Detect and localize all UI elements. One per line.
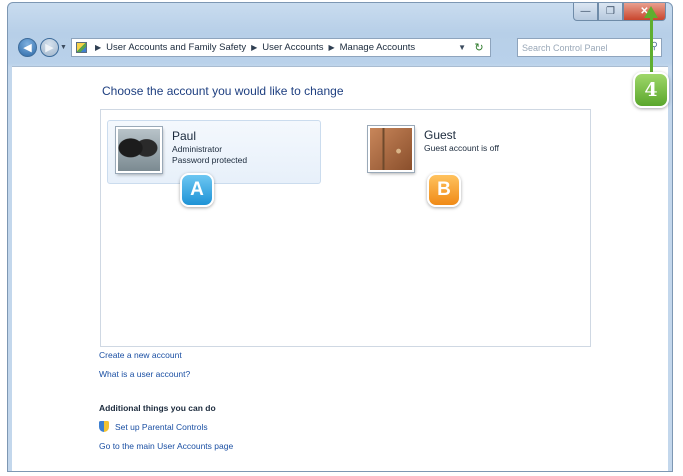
account-picture-icon [368,126,414,172]
account-type: Administrator [172,144,223,154]
maximize-button[interactable]: ❐ [598,3,623,21]
back-button[interactable]: ◀ [18,38,37,57]
breadcrumb-root-chevron[interactable]: ▶ [95,43,101,52]
control-panel-icon [76,42,87,53]
main-user-accounts-link[interactable]: Go to the main User Accounts page [99,441,233,451]
refresh-icon: ↻ [474,42,484,54]
accounts-list: Paul Administrator Password protected Gu… [100,109,591,347]
breadcrumb-user-accounts[interactable]: User Accounts [262,42,323,53]
page-title: Choose the account you would like to cha… [102,84,344,98]
breadcrumb-user-accounts-family-safety[interactable]: User Accounts and Family Safety [106,42,246,53]
additional-things-heading: Additional things you can do [99,403,216,413]
account-name: Paul [172,129,197,143]
callout-badge-4: 4 [633,72,669,108]
search-placeholder: Search Control Panel [522,42,608,53]
minimize-button[interactable]: — [573,3,598,21]
account-status: Guest account is off [424,143,499,153]
breadcrumb-chevron[interactable]: ▶ [251,43,257,52]
callout-arrow-line [650,16,653,74]
breadcrumb-chevron[interactable]: ▶ [328,43,334,52]
create-account-link[interactable]: Create a new account [99,350,182,360]
address-bar[interactable]: ▶ User Accounts and Family Safety ▶ User… [71,38,491,57]
account-details: Paul Administrator Password protected [172,129,248,166]
parental-controls-link[interactable]: Set up Parental Controls [115,422,208,432]
recent-pages-dropdown[interactable]: ▼ [60,44,67,51]
account-tile-guest[interactable]: Guest Guest account is off [360,120,560,184]
back-arrow-icon: ◀ [23,42,32,54]
address-dropdown-icon[interactable]: ▼ [458,43,466,52]
account-tile-paul[interactable]: Paul Administrator Password protected [107,120,321,184]
navigation-bar: ◀ ▶ ▼ ▶ User Accounts and Family Safety … [8,35,672,61]
parental-controls-shield-icon [99,421,109,432]
forward-arrow-icon: ▶ [45,42,54,54]
what-is-user-account-link[interactable]: What is a user account? [99,369,190,379]
control-panel-window: — ❐ ✕ ◀ ▶ ▼ ▶ User Accounts and Family S… [7,2,673,472]
callout-badge-a: A [180,173,214,207]
forward-button[interactable]: ▶ [40,38,59,57]
breadcrumb-manage-accounts[interactable]: Manage Accounts [340,42,416,53]
screenshot: — ❐ ✕ ◀ ▶ ▼ ▶ User Accounts and Family S… [0,0,683,476]
refresh-button[interactable]: ↻ [471,40,487,55]
account-details: Guest Guest account is off [424,128,499,154]
account-password-status: Password protected [172,155,248,165]
search-input[interactable]: Search Control Panel ⚲ [517,38,662,57]
account-picture-icon [116,127,162,173]
account-name: Guest [424,128,457,142]
callout-badge-b: B [427,173,461,207]
